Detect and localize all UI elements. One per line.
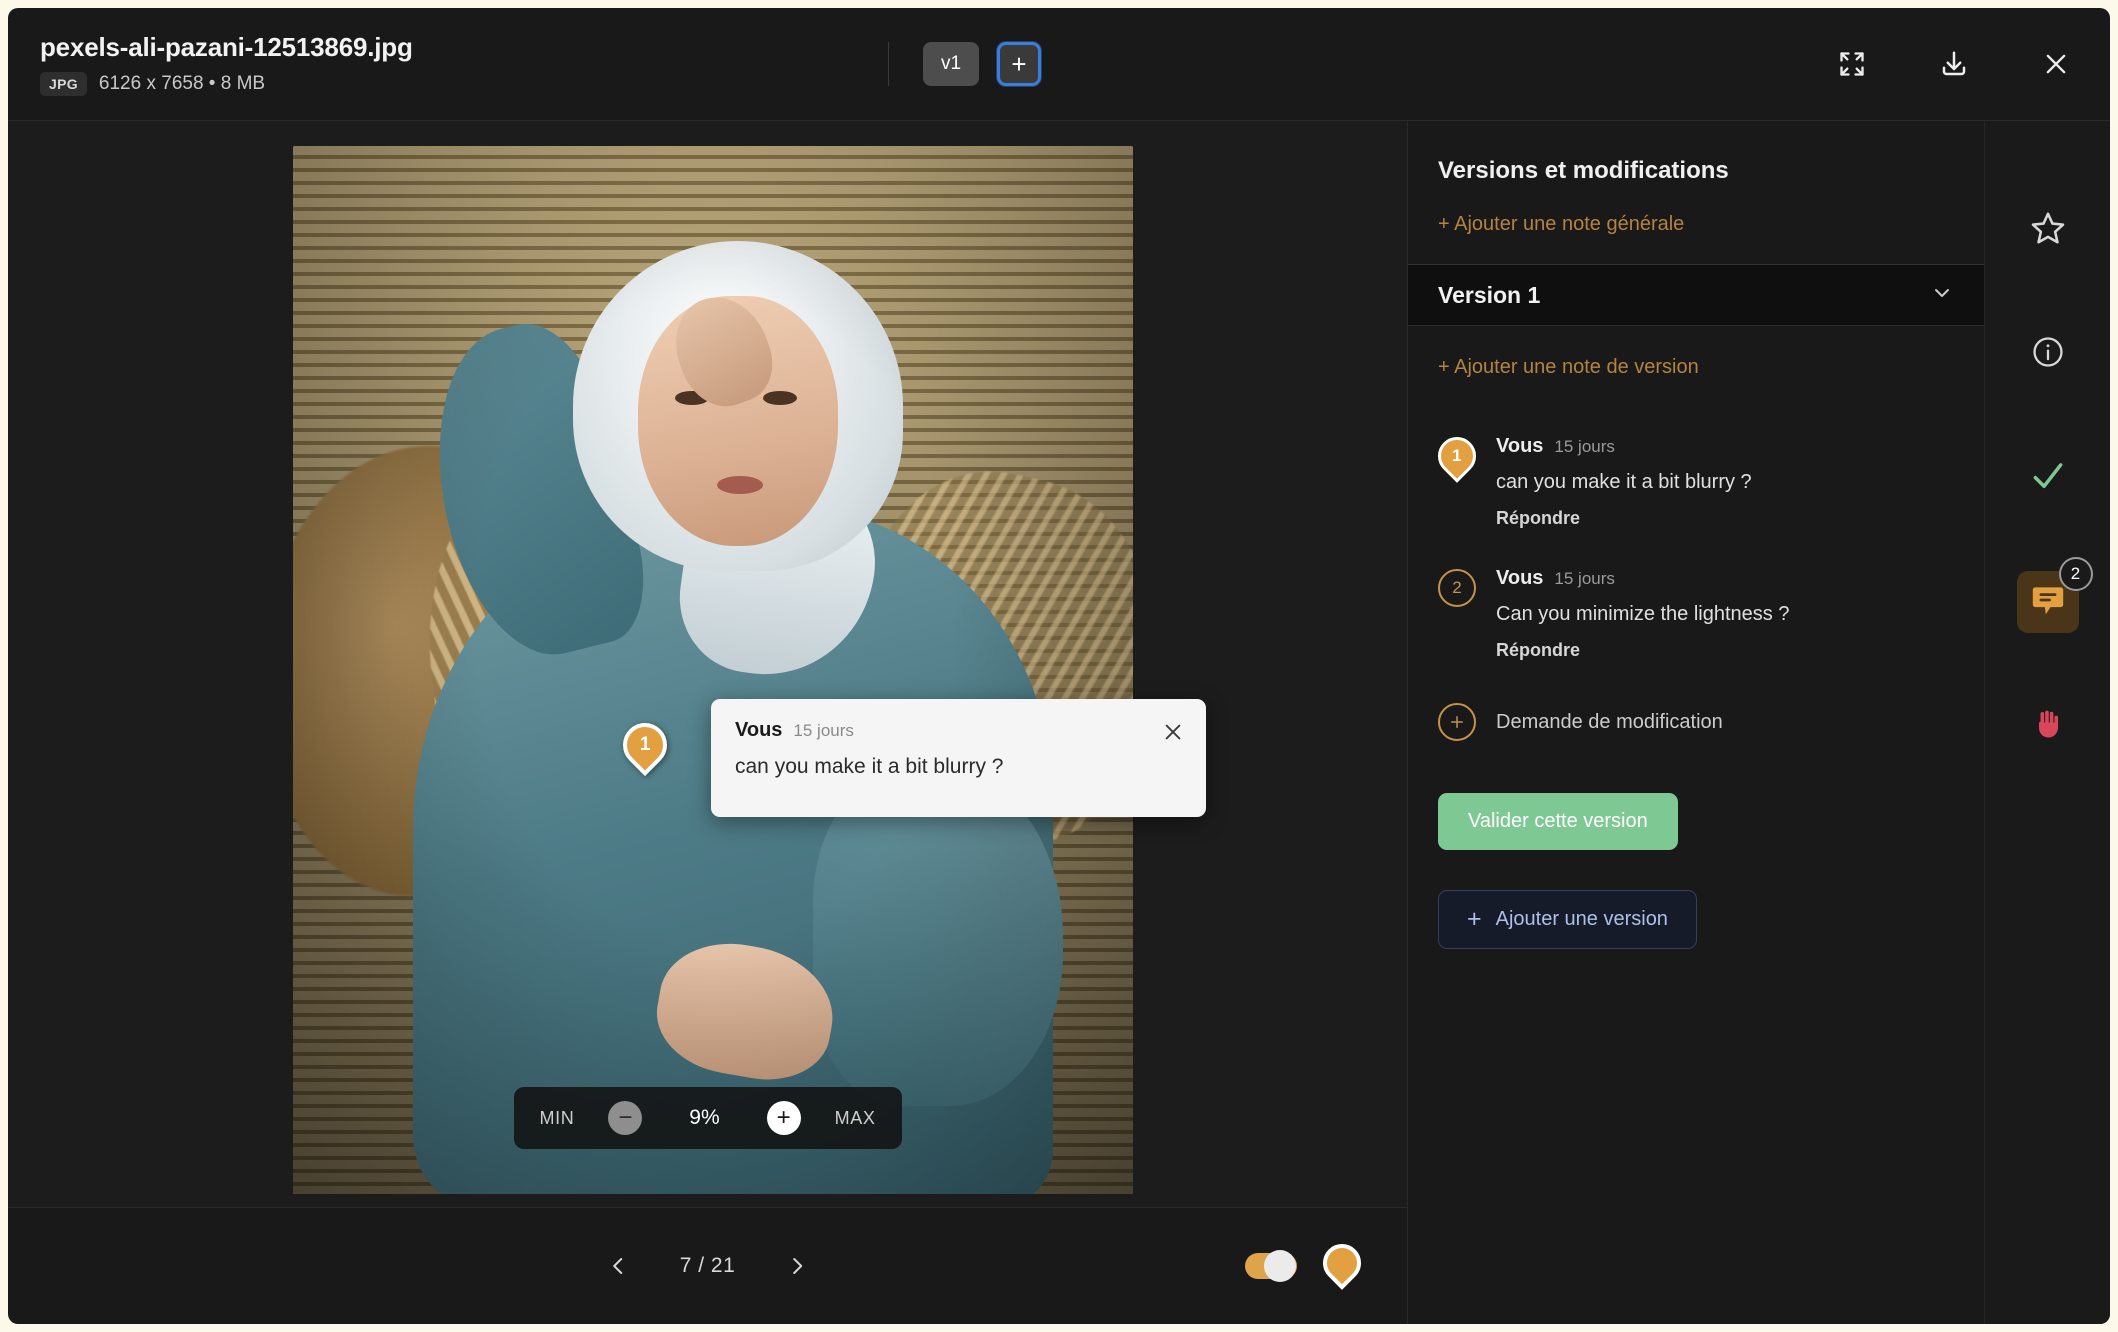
comment-content: Vous 15 jours Can you minimize the light… bbox=[1496, 567, 1954, 661]
favorite-button[interactable] bbox=[2017, 199, 2079, 261]
photo-vignette bbox=[293, 146, 1133, 1194]
fullscreen-icon[interactable] bbox=[1832, 44, 1872, 84]
check-icon bbox=[2029, 457, 2067, 500]
info-button[interactable] bbox=[2017, 323, 2079, 385]
comment-popup: Vous 15 jours can you make it a bit blur… bbox=[711, 699, 1206, 817]
zoom-max-button[interactable]: MAX bbox=[835, 1108, 876, 1129]
comment-header: Vous 15 jours bbox=[1496, 435, 1954, 458]
zoom-in-button[interactable]: + bbox=[766, 1101, 801, 1135]
prev-page-button[interactable] bbox=[600, 1248, 636, 1284]
comments-button[interactable]: 2 bbox=[2016, 557, 2093, 633]
top-actions bbox=[1832, 44, 2076, 84]
zoom-min-button[interactable]: MIN bbox=[540, 1108, 575, 1129]
comment-marker[interactable]: 1 bbox=[1430, 429, 1484, 529]
tab-v1[interactable]: v1 bbox=[923, 42, 979, 86]
pin-icon: 1 bbox=[613, 713, 677, 777]
comment-content: Vous 15 jours can you make it a bit blur… bbox=[1496, 435, 1954, 529]
modification-request-label: Demande de modification bbox=[1496, 710, 1723, 733]
next-page-button[interactable] bbox=[779, 1248, 815, 1284]
file-dimensions: 6126 x 7658 • 8 MB bbox=[98, 73, 266, 94]
comments-count-badge: 2 bbox=[2058, 557, 2093, 591]
viewer-body: 1 Vous 15 jours can you make it a bit bl… bbox=[8, 121, 2110, 1324]
top-bar: pexels-ali-pazani-12513869.jpg JPG 6126 … bbox=[8, 8, 2110, 121]
reply-button[interactable]: Répondre bbox=[1496, 640, 1954, 661]
pagination: 7 / 21 bbox=[600, 1248, 816, 1284]
list-item: 2 Vous 15 jours Can you minimize the lig… bbox=[1438, 567, 1954, 661]
close-icon[interactable] bbox=[2036, 44, 2076, 84]
comment-author: Vous bbox=[1496, 435, 1544, 457]
bottom-bar: 7 / 21 bbox=[8, 1207, 1408, 1324]
add-version-button[interactable]: + Ajouter une version bbox=[1438, 890, 1697, 949]
page-counter: 7 / 21 bbox=[679, 1254, 736, 1277]
user-pin-avatar[interactable] bbox=[1315, 1236, 1369, 1290]
star-icon bbox=[2029, 209, 2067, 252]
comment-icon bbox=[2029, 581, 2067, 624]
pin-number: 1 bbox=[639, 734, 651, 756]
list-item: 1 Vous 15 jours can you make it a bit bl… bbox=[1430, 429, 1954, 529]
image-review-viewer: pexels-ali-pazani-12513869.jpg JPG 6126 … bbox=[8, 8, 2110, 1324]
image-stage: 1 Vous 15 jours can you make it a bit bl… bbox=[8, 121, 1408, 1207]
comments-visibility-toggle[interactable] bbox=[1245, 1250, 1297, 1282]
pin-icon: 1 bbox=[1430, 429, 1484, 483]
close-icon[interactable] bbox=[1158, 717, 1188, 747]
hand-icon bbox=[2030, 706, 2066, 747]
plus-icon: + bbox=[1467, 905, 1482, 933]
marker-number: 1 bbox=[1452, 446, 1462, 465]
validate-version-button[interactable]: Valider cette version bbox=[1438, 793, 1678, 850]
reject-button[interactable] bbox=[2017, 695, 2079, 757]
plus-circle-icon bbox=[1438, 703, 1476, 741]
comment-popup-text: can you make it a bit blurry ? bbox=[735, 755, 1004, 778]
comment-marker[interactable]: 2 bbox=[1438, 567, 1476, 661]
sidebar-title: Versions et modifications bbox=[1438, 157, 1729, 184]
stage-wrapper: 1 Vous 15 jours can you make it a bit bl… bbox=[8, 121, 1408, 1324]
version-tabs: v1 + bbox=[888, 42, 1041, 86]
add-general-note-link[interactable]: + Ajouter une note générale bbox=[1438, 213, 1954, 236]
page-title: pexels-ali-pazani-12513869.jpg bbox=[40, 32, 413, 62]
zoom-out-button[interactable]: − bbox=[608, 1101, 643, 1135]
comments-list: 1 Vous 15 jours can you make it a bit bl… bbox=[1430, 429, 1954, 661]
comment-author: Vous bbox=[1496, 567, 1544, 589]
approve-button[interactable] bbox=[2017, 447, 2079, 509]
comment-pin-1[interactable]: 1 bbox=[613, 713, 677, 777]
comment-time: 15 jours bbox=[1554, 437, 1615, 456]
comment-header: Vous 15 jours bbox=[1496, 567, 1954, 590]
divider bbox=[888, 42, 889, 86]
add-version-label: Ajouter une version bbox=[1495, 908, 1668, 930]
preview-image bbox=[293, 146, 1133, 1194]
file-type-badge: JPG bbox=[40, 72, 87, 96]
pin-icon bbox=[1315, 1236, 1369, 1290]
chevron-down-icon bbox=[1930, 281, 1954, 310]
tool-rail: 2 bbox=[1984, 121, 2110, 1324]
comment-popup-time: 15 jours bbox=[793, 721, 854, 740]
zoom-level-value: 9% bbox=[689, 1106, 720, 1129]
file-info: pexels-ali-pazani-12513869.jpg JPG 6126 … bbox=[40, 32, 413, 96]
circle-number-icon: 2 bbox=[1438, 569, 1476, 607]
zoom-control-bar: MIN − 9% + MAX bbox=[513, 1087, 902, 1149]
sidebar-actions: Valider cette version + Ajouter une vers… bbox=[1438, 793, 1954, 949]
file-sub-info: JPG 6126 x 7658 • 8 MB bbox=[40, 72, 413, 96]
comment-time: 15 jours bbox=[1554, 569, 1615, 588]
add-version-tab-button[interactable]: + bbox=[997, 42, 1041, 86]
comment-popup-author: Vous bbox=[735, 719, 783, 741]
sidebar-body: + Ajouter une note de version 1 Vous 15 … bbox=[1408, 326, 1984, 949]
sidebar-header: Versions et modifications + Ajouter une … bbox=[1408, 121, 1984, 236]
versions-sidebar: Versions et modifications + Ajouter une … bbox=[1408, 121, 1984, 1324]
version-1-header[interactable]: Version 1 bbox=[1408, 264, 1984, 326]
add-version-note-link[interactable]: + Ajouter une note de version bbox=[1438, 356, 1954, 379]
comment-text: can you make it a bit blurry ? bbox=[1496, 471, 1752, 493]
marker-number: 2 bbox=[1452, 578, 1462, 597]
modification-request-button[interactable]: Demande de modification bbox=[1438, 703, 1954, 741]
reply-button[interactable]: Répondre bbox=[1496, 508, 1954, 529]
download-icon[interactable] bbox=[1934, 44, 1974, 84]
comment-text: Can you minimize the lightness ? bbox=[1496, 603, 1790, 625]
version-header-label: Version 1 bbox=[1438, 281, 1541, 308]
comment-popup-header: Vous 15 jours bbox=[735, 719, 1182, 742]
bottom-right-controls bbox=[1245, 1236, 1369, 1290]
info-icon bbox=[2031, 335, 2065, 374]
